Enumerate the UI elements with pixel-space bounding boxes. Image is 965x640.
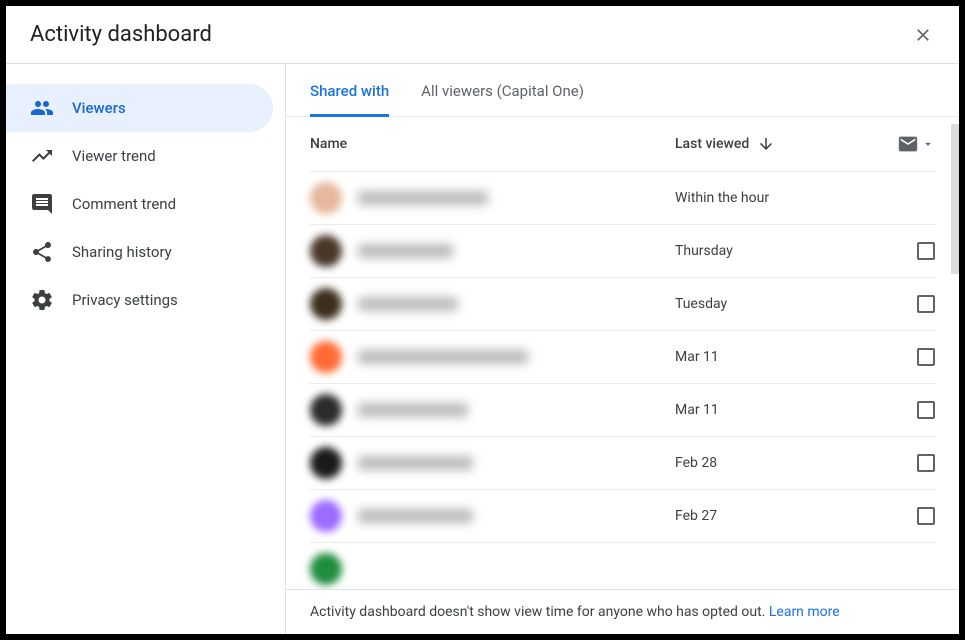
viewers-icon <box>30 96 54 120</box>
select-checkbox[interactable] <box>917 507 935 525</box>
sidebar: Viewers Viewer trend Comment trend Sharing … <box>6 64 286 634</box>
viewer-name-cell <box>310 235 675 267</box>
viewer-name-cell <box>310 394 675 426</box>
avatar <box>310 500 342 532</box>
footer: Activity dashboard doesn't show view tim… <box>286 589 959 634</box>
select-checkbox[interactable] <box>917 401 935 419</box>
viewer-name-redacted <box>358 456 473 470</box>
last-viewed-cell: Feb 27 <box>675 508 875 524</box>
table-row: Tuesday <box>310 277 935 330</box>
row-action-cell <box>875 507 935 525</box>
row-action-cell <box>875 295 935 313</box>
viewer-name-cell <box>310 288 675 320</box>
sidebar-item-label: Privacy settings <box>72 291 178 309</box>
viewer-name-redacted <box>358 509 473 523</box>
avatar <box>310 288 342 320</box>
table-row: Within the hour <box>310 171 935 224</box>
table-row: Feb 28 <box>310 436 935 489</box>
sidebar-item-comment[interactable]: Comment trend <box>6 180 273 228</box>
viewers-table: Name Last viewed Within the ho <box>286 117 959 589</box>
sidebar-item-share[interactable]: Sharing history <box>6 228 273 276</box>
select-checkbox[interactable] <box>917 295 935 313</box>
sidebar-item-trend[interactable]: Viewer trend <box>6 132 273 180</box>
last-viewed-cell: Within the hour <box>675 190 875 206</box>
table-row <box>310 542 935 589</box>
column-header-action <box>875 133 935 155</box>
activity-dashboard-dialog: Activity dashboard Viewers Viewer trend Co… <box>6 6 959 634</box>
avatar <box>310 447 342 479</box>
avatar <box>310 235 342 267</box>
column-header-last-viewed-label: Last viewed <box>675 136 749 152</box>
dialog-body: Viewers Viewer trend Comment trend Sharing … <box>6 64 959 634</box>
column-header-last-viewed[interactable]: Last viewed <box>675 135 875 153</box>
avatar <box>310 182 342 214</box>
avatar <box>310 553 342 585</box>
sort-descending-icon <box>757 135 775 153</box>
email-dropdown-button[interactable] <box>897 133 935 155</box>
sidebar-item-viewers[interactable]: Viewers <box>6 84 273 132</box>
sidebar-item-label: Viewer trend <box>72 147 156 165</box>
table-row: Mar 11 <box>310 383 935 436</box>
comment-icon <box>30 192 54 216</box>
table-row: Feb 27 <box>310 489 935 542</box>
sidebar-item-gear[interactable]: Privacy settings <box>6 276 273 324</box>
trend-icon <box>30 144 54 168</box>
learn-more-link[interactable]: Learn more <box>769 604 840 620</box>
sidebar-item-label: Sharing history <box>72 243 172 261</box>
share-icon <box>30 240 54 264</box>
tabs: Shared with All viewers (Capital One) <box>286 64 959 117</box>
tab-all-viewers[interactable]: All viewers (Capital One) <box>421 64 584 117</box>
tab-shared-with[interactable]: Shared with <box>310 64 389 117</box>
viewer-name-redacted <box>358 297 458 311</box>
row-action-cell <box>875 242 935 260</box>
scrollbar-thumb[interactable] <box>951 124 959 274</box>
column-header-name[interactable]: Name <box>310 136 675 152</box>
footer-text: Activity dashboard doesn't show view tim… <box>310 604 769 620</box>
last-viewed-cell: Feb 28 <box>675 455 875 471</box>
row-action-cell <box>875 401 935 419</box>
tab-label: Shared with <box>310 82 389 100</box>
tab-org-label: (Capital One) <box>497 82 584 100</box>
viewer-name-redacted <box>358 350 528 364</box>
viewer-name-cell <box>310 500 675 532</box>
dropdown-arrow-icon <box>921 137 935 151</box>
table-row: Thursday <box>310 224 935 277</box>
dialog-title: Activity dashboard <box>30 22 212 47</box>
select-checkbox[interactable] <box>917 242 935 260</box>
viewer-name-redacted <box>358 403 468 417</box>
viewer-name-redacted <box>358 191 488 205</box>
sidebar-item-label: Viewers <box>72 99 126 117</box>
viewer-name-cell <box>310 553 675 585</box>
dialog-header: Activity dashboard <box>6 6 959 64</box>
email-icon <box>897 133 919 155</box>
select-checkbox[interactable] <box>917 454 935 472</box>
tab-label: All viewers <box>421 82 493 100</box>
close-button[interactable] <box>911 23 935 47</box>
avatar <box>310 394 342 426</box>
last-viewed-cell: Tuesday <box>675 296 875 312</box>
table-header-row: Name Last viewed <box>310 117 935 171</box>
viewer-name-cell <box>310 447 675 479</box>
table-row: Mar 11 <box>310 330 935 383</box>
row-action-cell <box>875 348 935 366</box>
viewer-name-cell <box>310 182 675 214</box>
gear-icon <box>30 288 54 312</box>
select-checkbox[interactable] <box>917 348 935 366</box>
sidebar-item-label: Comment trend <box>72 195 176 213</box>
avatar <box>310 341 342 373</box>
last-viewed-cell: Thursday <box>675 243 875 259</box>
last-viewed-cell: Mar 11 <box>675 349 875 365</box>
viewer-name-redacted <box>358 244 453 258</box>
row-action-cell <box>875 454 935 472</box>
close-icon <box>913 25 933 45</box>
last-viewed-cell: Mar 11 <box>675 402 875 418</box>
main-panel: Shared with All viewers (Capital One) Na… <box>286 64 959 634</box>
viewer-name-cell <box>310 341 675 373</box>
